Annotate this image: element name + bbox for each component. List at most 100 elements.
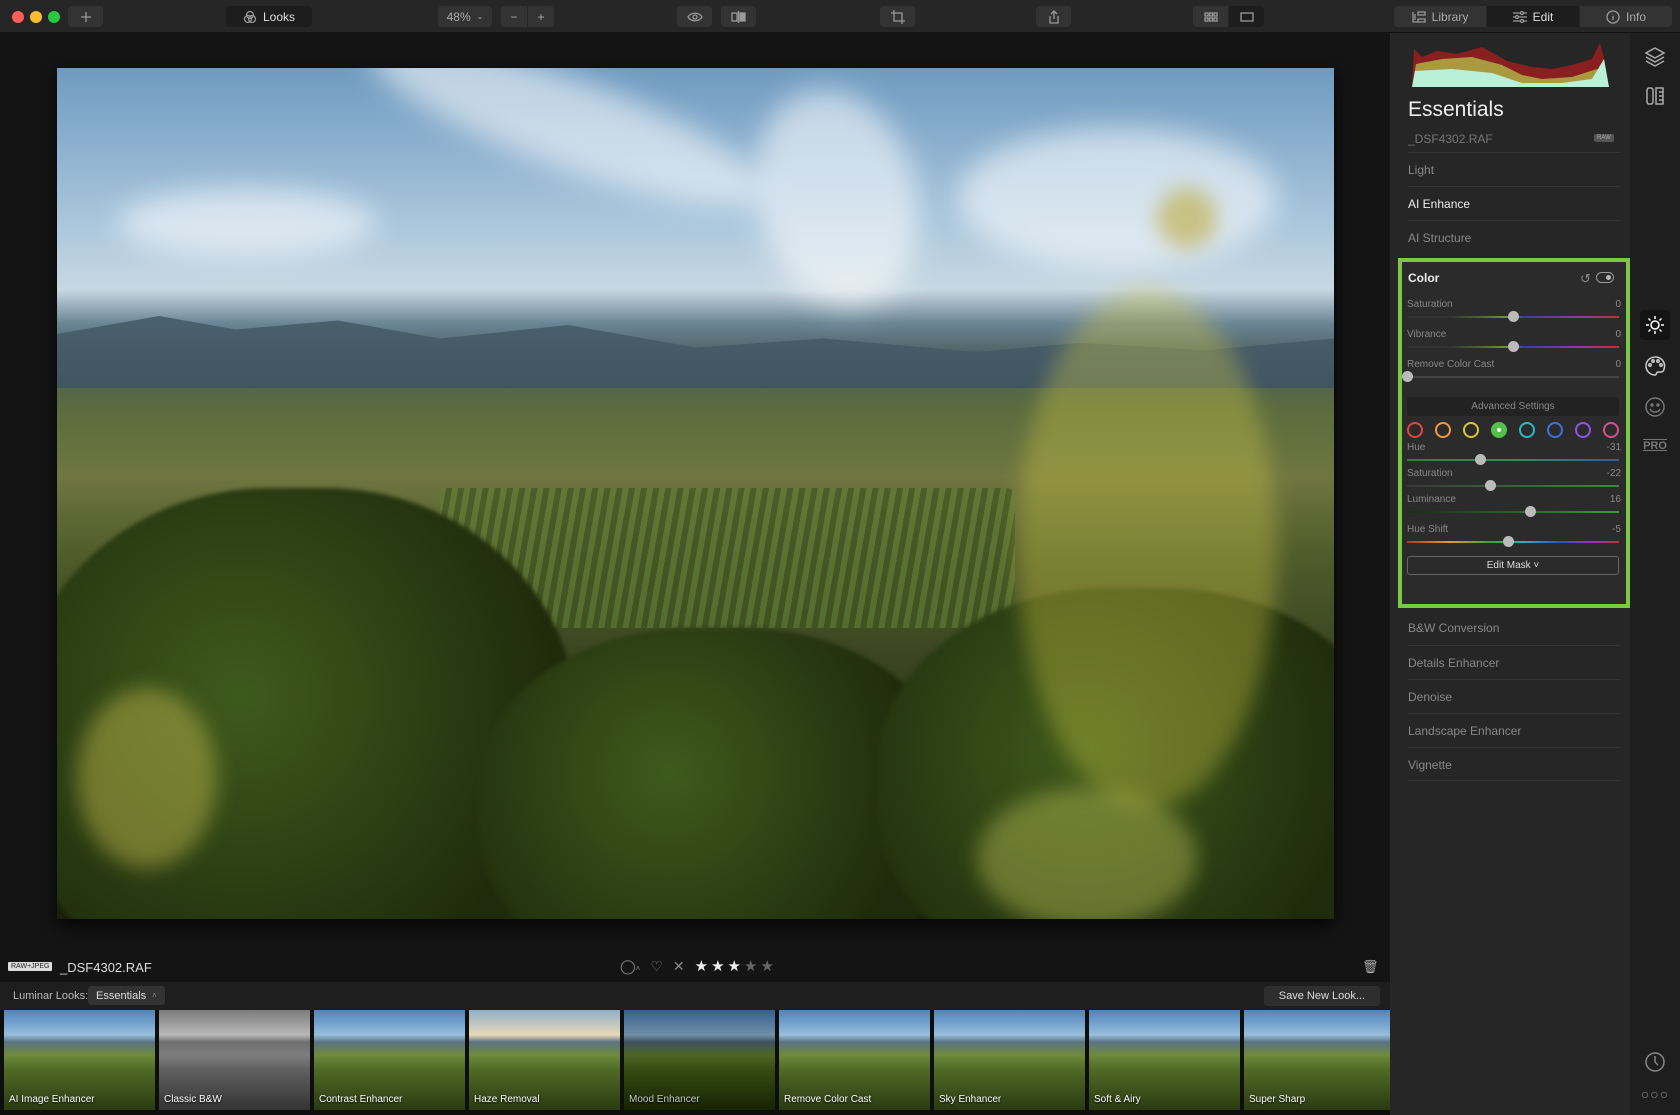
color-swatch[interactable] (1435, 422, 1451, 438)
add-images-button[interactable] (68, 6, 103, 27)
share-button[interactable] (1036, 6, 1071, 27)
portrait-face-icon[interactable] (1642, 394, 1668, 420)
section-denoise[interactable]: Denoise (1408, 679, 1620, 713)
plus-icon (80, 11, 91, 22)
star-rating[interactable]: ★ ★ ★ ★ ★ (695, 957, 774, 975)
more-icon[interactable]: ○○○ (1641, 1081, 1668, 1107)
edited-photo[interactable] (57, 68, 1334, 919)
looks-category-dropdown[interactable]: Essentials ˄ (88, 986, 165, 1005)
looks-button[interactable]: Looks (226, 6, 312, 27)
look-thumbnail[interactable]: Mood Enhancer (624, 1010, 775, 1110)
tab-label: Edit (1532, 9, 1554, 24)
favorite-heart-icon[interactable]: ♡ (650, 958, 663, 975)
minimize-window-button[interactable] (30, 11, 42, 23)
tools-panel: Essentials _DSF4302.RAF RAW Light AI Enh… (1390, 33, 1630, 1115)
star-3[interactable]: ★ (728, 957, 741, 975)
pro-icon[interactable]: PRO (1642, 433, 1668, 459)
section-landscape-enhancer[interactable]: Landscape Enhancer (1408, 713, 1620, 747)
slider-track[interactable] (1407, 506, 1619, 517)
slider-track[interactable] (1402, 371, 1619, 382)
section-ai-structure[interactable]: AI Structure (1408, 220, 1620, 254)
zoom-in-button[interactable]: + (528, 6, 554, 27)
layers-icon[interactable] (1642, 43, 1668, 69)
star-1[interactable]: ★ (695, 957, 708, 975)
tab-info[interactable]: Info (1580, 6, 1672, 27)
color-swatch[interactable] (1575, 422, 1591, 438)
color-swatch[interactable] (1547, 422, 1563, 438)
zoom-value: 48% (446, 9, 471, 24)
section-bw-conversion[interactable]: B&W Conversion (1408, 611, 1620, 645)
slider-label: Remove Color Cast (1407, 359, 1495, 370)
slider-label: Saturation (1407, 468, 1453, 479)
star-5[interactable]: ★ (760, 957, 773, 975)
tab-library[interactable]: Library (1394, 6, 1486, 27)
color-swatch[interactable] (1491, 422, 1507, 438)
reset-icon[interactable]: ↺ (1580, 271, 1591, 287)
slider-track[interactable] (1407, 311, 1619, 322)
trash-icon[interactable]: 🗑 (1362, 959, 1379, 975)
slider-handle[interactable] (1508, 311, 1519, 322)
save-new-look-button[interactable]: Save New Look... (1263, 986, 1380, 1006)
star-4[interactable]: ★ (744, 957, 757, 975)
zoom-out-button[interactable]: − (501, 6, 527, 27)
section-light[interactable]: Light (1408, 152, 1620, 186)
slider-track[interactable] (1407, 454, 1619, 465)
tab-label: Info (1625, 9, 1646, 24)
color-swatch[interactable] (1519, 422, 1535, 438)
edit-mask-button[interactable]: Edit Mask ˅ (1407, 556, 1619, 575)
info-icon (1606, 9, 1620, 24)
image-canvas[interactable] (0, 33, 1390, 948)
look-name: Mood Enhancer (629, 1094, 700, 1105)
close-window-button[interactable] (12, 11, 24, 23)
slider-value: 16 (1609, 494, 1621, 505)
minus-icon: − (510, 9, 518, 24)
look-thumbnail[interactable]: Haze Removal (469, 1010, 620, 1110)
tool-visibility-toggle[interactable] (1596, 272, 1614, 283)
reject-x-icon[interactable]: ✕ (673, 958, 685, 975)
look-thumbnail[interactable]: Super Sharp (1244, 1010, 1395, 1110)
look-thumbnail[interactable]: Sky Enhancer (934, 1010, 1085, 1110)
zoom-level-dropdown[interactable]: 48% ⌄ (438, 6, 492, 27)
canvas-icon[interactable] (1642, 83, 1668, 109)
single-view-button[interactable] (1229, 6, 1264, 27)
section-ai-enhance[interactable]: AI Enhance (1408, 186, 1620, 220)
looks-toolbar: Luminar Looks: Essentials ˄ Save New Loo… (0, 982, 1390, 1010)
slider-label: Vibrance (1407, 329, 1447, 340)
section-vignette[interactable]: Vignette (1408, 747, 1620, 781)
look-thumbnail[interactable]: Classic B&W (159, 1010, 310, 1110)
section-details-enhancer[interactable]: Details Enhancer (1408, 645, 1620, 679)
compare-button[interactable] (721, 6, 756, 27)
single-image-icon (1239, 11, 1254, 22)
creative-palette-icon[interactable] (1642, 353, 1668, 379)
slider-handle[interactable] (1475, 454, 1487, 465)
grid-icon (1203, 11, 1218, 22)
slider-handle[interactable] (1508, 341, 1519, 352)
slider-handle[interactable] (1524, 506, 1536, 517)
color-swatch[interactable] (1407, 422, 1423, 438)
essentials-sun-icon[interactable] (1640, 310, 1670, 340)
slider-track[interactable] (1407, 536, 1619, 547)
look-name: Classic B&W (164, 1094, 222, 1105)
slider-track[interactable] (1407, 480, 1619, 491)
grid-view-button[interactable] (1193, 6, 1228, 27)
image-filename: _DSF4302.RAF (60, 960, 152, 975)
slider-handle[interactable] (1402, 371, 1413, 382)
slider-handle[interactable] (1484, 480, 1496, 491)
look-thumbnail[interactable]: Soft & Airy (1089, 1010, 1240, 1110)
color-swatch[interactable] (1463, 422, 1479, 438)
color-tool-title: Color (1408, 271, 1440, 285)
advanced-settings-button[interactable]: Advanced Settings (1407, 397, 1619, 416)
look-thumbnail[interactable]: Remove Color Cast (779, 1010, 930, 1110)
tab-edit[interactable]: Edit (1487, 6, 1579, 27)
look-thumbnail[interactable]: AI Image Enhancer (4, 1010, 155, 1110)
zoom-window-button[interactable] (48, 11, 60, 23)
star-2[interactable]: ★ (711, 957, 724, 975)
preview-button[interactable] (677, 6, 712, 27)
slider-track[interactable] (1407, 341, 1619, 352)
look-thumbnail[interactable]: Contrast Enhancer (314, 1010, 465, 1110)
history-clock-icon[interactable] (1642, 1049, 1668, 1075)
color-label-dropdown[interactable]: ◯˄ (620, 958, 640, 975)
slider-handle[interactable] (1502, 536, 1514, 547)
crop-button[interactable] (880, 6, 915, 27)
color-swatch[interactable] (1603, 422, 1619, 438)
